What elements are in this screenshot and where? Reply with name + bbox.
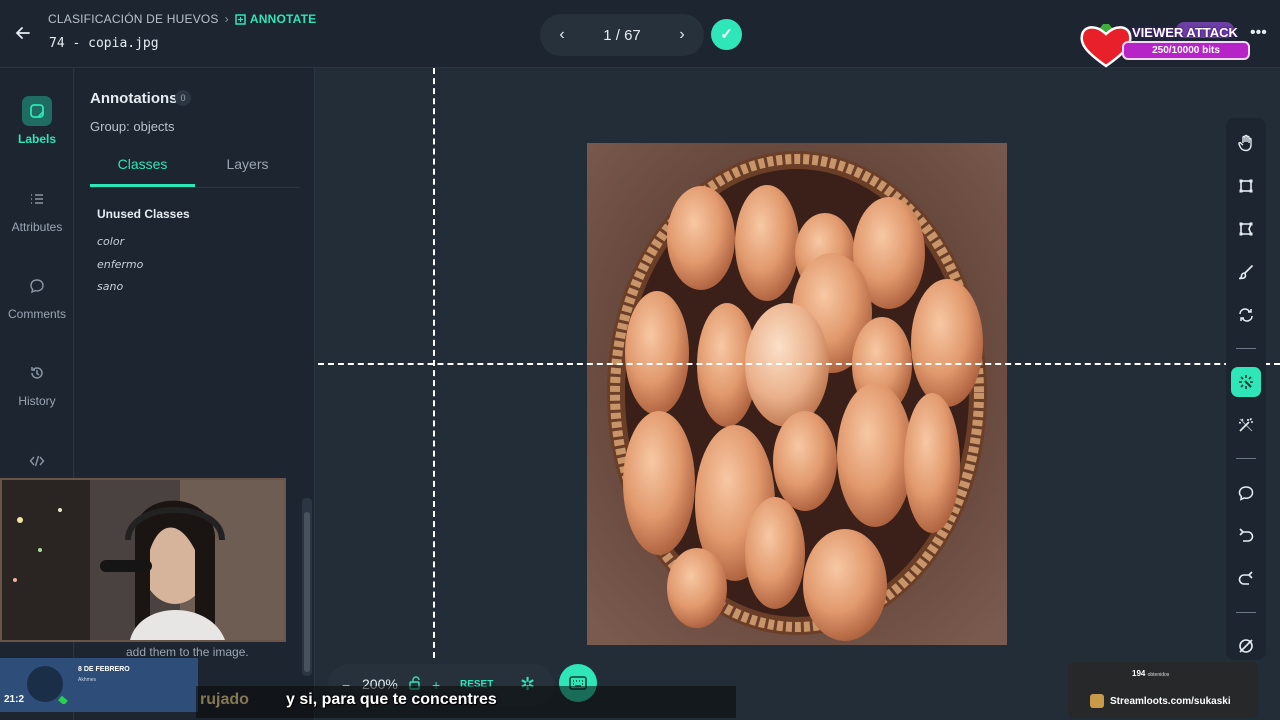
crosshair-horizontal [318,363,1280,365]
more-options-icon[interactable]: ••• [1250,24,1267,42]
class-item[interactable]: sano [97,280,123,293]
annotation-count-badge: 0 [175,90,191,106]
date-card-subtitle: Akhmes [78,677,97,683]
rail-item-label: Comments [7,307,66,321]
breadcrumb-annotate: ANNOTATE [235,12,316,26]
redo-icon[interactable] [1231,564,1261,594]
rail-item-code[interactable] [0,446,74,482]
live-subtitle: y si, para que te concentres [286,691,497,708]
music-art-icon [27,666,68,704]
viewer-attack-title: VIEWER ATTACK [1132,25,1238,40]
tool-bar [1226,118,1266,660]
history-icon [22,358,52,388]
viewer-attack-bits: 250/10000 bits [1122,41,1250,60]
viewer-attack-overlay: VIEWER ATTACK 250/10000 bits [1078,20,1250,70]
top-bar: CLASIFICACIÓN DE HUEVOS › ANNOTATE 74 - … [0,0,1280,68]
mark-done-button[interactable]: ✓ [711,19,742,50]
bounding-box-icon[interactable] [1231,171,1261,201]
egg-basket-image[interactable] [587,143,1007,645]
annotate-icon [235,13,246,25]
list-icon [22,184,52,214]
streamloots-icon [1090,694,1104,708]
breadcrumb-annotate-label: ANNOTATE [249,12,317,26]
comment-icon[interactable] [1231,478,1261,508]
webcam-frame [0,478,286,642]
image-counter: 1 / 67 [603,26,641,44]
clear-icon[interactable] [1231,631,1261,661]
chevron-right-icon: › [224,12,229,26]
undo-icon[interactable] [1231,521,1261,551]
rail-item-labels[interactable]: Labels [0,96,74,146]
panel-hint-text: add them to the image. [126,645,249,659]
brush-icon[interactable] [1231,257,1261,287]
rail-item-label: Attributes [11,220,63,234]
stream-clock: 21:2 [4,694,25,705]
class-item[interactable]: enfermo [97,258,143,271]
tab-classes[interactable]: Classes [90,156,195,187]
back-arrow-icon[interactable] [12,24,34,46]
tool-separator [1236,612,1256,613]
rail-item-label: Labels [17,132,56,146]
polygon-icon[interactable] [1231,214,1261,244]
tab-layers[interactable]: Layers [195,156,300,187]
image-pager: ‹ 1 / 67 › [540,14,704,56]
file-name: 74 - copia.jpg [49,36,159,51]
streamloots-url: Streamloots.com/sukaski [1110,696,1231,707]
date-card-title: 8 DE FEBRERO [78,666,130,673]
unused-classes-heading: Unused Classes [97,207,190,221]
rail-item-attributes[interactable]: Attributes [0,184,74,234]
tool-separator [1236,458,1256,459]
subtitle-previous: rujado [200,691,249,708]
panel-scrollbar-thumb[interactable] [304,512,310,672]
streamloots-count: 194 obtenidos [1132,669,1170,678]
date-card-overlay: 8 DE FEBRERO Akhmes [0,658,198,712]
panel-title: Annotations [90,90,178,107]
panel-tabs: Classes Layers [90,156,300,188]
magic-wand-icon[interactable] [1231,410,1261,440]
rail-item-label: History [18,394,56,408]
breadcrumb: CLASIFICACIÓN DE HUEVOS › ANNOTATE [48,12,316,26]
tool-separator [1236,348,1256,349]
group-label: Group: objects [90,119,175,134]
checkmark-icon: ✓ [720,26,733,43]
convert-icon[interactable] [1231,300,1261,330]
next-image-icon[interactable]: › [674,26,690,44]
code-icon [22,446,52,476]
smart-select-icon[interactable] [1231,367,1261,397]
rail-item-comments[interactable]: Comments [0,271,74,321]
breadcrumb-project[interactable]: CLASIFICACIÓN DE HUEVOS [48,12,219,26]
previous-image-icon[interactable]: ‹ [554,26,570,44]
hand-icon[interactable] [1231,128,1261,158]
class-item[interactable]: color [97,235,124,248]
rail-item-history[interactable]: History [0,358,74,408]
comment-icon [22,271,52,301]
label-icon [22,96,52,126]
